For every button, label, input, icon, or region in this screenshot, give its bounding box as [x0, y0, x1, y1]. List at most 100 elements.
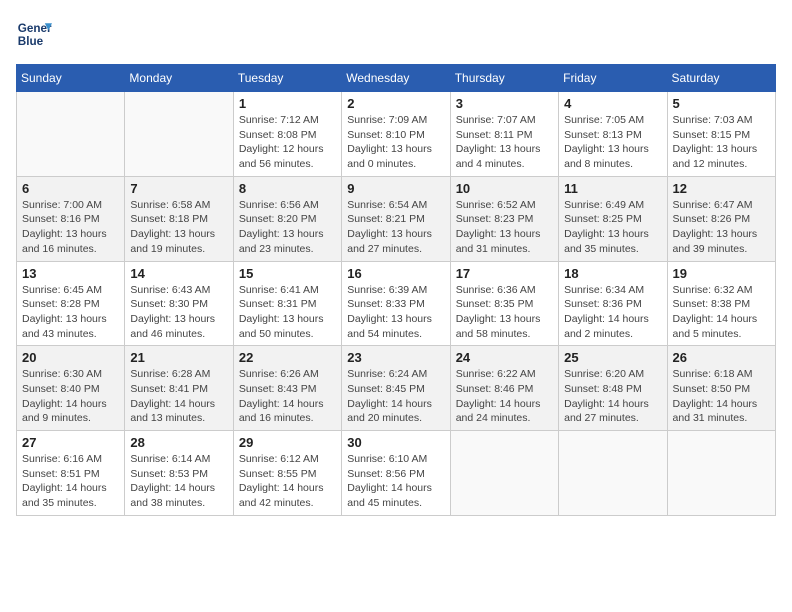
calendar-cell: 16 Sunrise: 6:39 AM Sunset: 8:33 PM Dayli… — [342, 261, 450, 346]
calendar-cell: 21 Sunrise: 6:28 AM Sunset: 8:41 PM Dayli… — [125, 346, 233, 431]
day-info: Sunrise: 6:58 AM Sunset: 8:18 PM Dayligh… — [130, 198, 227, 257]
day-number: 24 — [456, 350, 553, 365]
calendar-cell: 4 Sunrise: 7:05 AM Sunset: 8:13 PM Daylig… — [559, 92, 667, 177]
day-info: Sunrise: 7:07 AM Sunset: 8:11 PM Dayligh… — [456, 113, 553, 172]
calendar-cell: 24 Sunrise: 6:22 AM Sunset: 8:46 PM Dayli… — [450, 346, 558, 431]
day-info: Sunrise: 6:43 AM Sunset: 8:30 PM Dayligh… — [130, 283, 227, 342]
day-number: 4 — [564, 96, 661, 111]
calendar-cell: 10 Sunrise: 6:52 AM Sunset: 8:23 PM Dayli… — [450, 176, 558, 261]
calendar-cell: 19 Sunrise: 6:32 AM Sunset: 8:38 PM Dayli… — [667, 261, 775, 346]
calendar-cell — [125, 92, 233, 177]
weekday-header: Friday — [559, 65, 667, 92]
calendar-cell: 18 Sunrise: 6:34 AM Sunset: 8:36 PM Dayli… — [559, 261, 667, 346]
calendar-cell: 5 Sunrise: 7:03 AM Sunset: 8:15 PM Daylig… — [667, 92, 775, 177]
day-number: 20 — [22, 350, 119, 365]
weekday-header: Thursday — [450, 65, 558, 92]
calendar-cell — [667, 431, 775, 516]
day-number: 27 — [22, 435, 119, 450]
calendar-cell: 27 Sunrise: 6:16 AM Sunset: 8:51 PM Dayli… — [17, 431, 125, 516]
calendar-cell: 7 Sunrise: 6:58 AM Sunset: 8:18 PM Daylig… — [125, 176, 233, 261]
day-info: Sunrise: 6:45 AM Sunset: 8:28 PM Dayligh… — [22, 283, 119, 342]
day-info: Sunrise: 6:12 AM Sunset: 8:55 PM Dayligh… — [239, 452, 336, 511]
day-info: Sunrise: 6:41 AM Sunset: 8:31 PM Dayligh… — [239, 283, 336, 342]
day-info: Sunrise: 7:09 AM Sunset: 8:10 PM Dayligh… — [347, 113, 444, 172]
day-number: 11 — [564, 181, 661, 196]
day-info: Sunrise: 6:32 AM Sunset: 8:38 PM Dayligh… — [673, 283, 770, 342]
calendar-cell: 20 Sunrise: 6:30 AM Sunset: 8:40 PM Dayli… — [17, 346, 125, 431]
calendar-cell: 6 Sunrise: 7:00 AM Sunset: 8:16 PM Daylig… — [17, 176, 125, 261]
calendar-cell — [17, 92, 125, 177]
calendar-cell — [450, 431, 558, 516]
day-number: 13 — [22, 266, 119, 281]
day-number: 7 — [130, 181, 227, 196]
day-number: 16 — [347, 266, 444, 281]
day-info: Sunrise: 7:05 AM Sunset: 8:13 PM Dayligh… — [564, 113, 661, 172]
day-number: 19 — [673, 266, 770, 281]
day-info: Sunrise: 6:20 AM Sunset: 8:48 PM Dayligh… — [564, 367, 661, 426]
calendar-cell: 1Sunrise: 7:12 AM Sunset: 8:08 PM Daylig… — [233, 92, 341, 177]
calendar-cell: 28 Sunrise: 6:14 AM Sunset: 8:53 PM Dayli… — [125, 431, 233, 516]
day-info: Sunrise: 6:39 AM Sunset: 8:33 PM Dayligh… — [347, 283, 444, 342]
day-info: Sunrise: 7:03 AM Sunset: 8:15 PM Dayligh… — [673, 113, 770, 172]
calendar-cell: 2 Sunrise: 7:09 AM Sunset: 8:10 PM Daylig… — [342, 92, 450, 177]
day-info: Sunrise: 6:56 AM Sunset: 8:20 PM Dayligh… — [239, 198, 336, 257]
day-number: 21 — [130, 350, 227, 365]
logo: General Blue — [16, 16, 52, 52]
day-info: Sunrise: 6:54 AM Sunset: 8:21 PM Dayligh… — [347, 198, 444, 257]
weekday-header: Sunday — [17, 65, 125, 92]
page-header: General Blue — [16, 16, 776, 52]
day-number: 23 — [347, 350, 444, 365]
day-info: Sunrise: 7:00 AM Sunset: 8:16 PM Dayligh… — [22, 198, 119, 257]
day-number: 29 — [239, 435, 336, 450]
weekday-header: Tuesday — [233, 65, 341, 92]
weekday-header: Monday — [125, 65, 233, 92]
calendar-cell: 13 Sunrise: 6:45 AM Sunset: 8:28 PM Dayli… — [17, 261, 125, 346]
calendar-cell: 11 Sunrise: 6:49 AM Sunset: 8:25 PM Dayli… — [559, 176, 667, 261]
day-number: 14 — [130, 266, 227, 281]
day-number: 17 — [456, 266, 553, 281]
day-info: Sunrise: 6:22 AM Sunset: 8:46 PM Dayligh… — [456, 367, 553, 426]
day-number: 10 — [456, 181, 553, 196]
day-info: Sunrise: 6:10 AM Sunset: 8:56 PM Dayligh… — [347, 452, 444, 511]
calendar-cell: 12 Sunrise: 6:47 AM Sunset: 8:26 PM Dayli… — [667, 176, 775, 261]
calendar-cell: 8 Sunrise: 6:56 AM Sunset: 8:20 PM Daylig… — [233, 176, 341, 261]
calendar-cell: 26Sunrise: 6:18 AM Sunset: 8:50 PM Dayli… — [667, 346, 775, 431]
calendar-cell: 29 Sunrise: 6:12 AM Sunset: 8:55 PM Dayli… — [233, 431, 341, 516]
day-number: 28 — [130, 435, 227, 450]
day-number: 15 — [239, 266, 336, 281]
day-info: Sunrise: 6:47 AM Sunset: 8:26 PM Dayligh… — [673, 198, 770, 257]
day-number: 6 — [22, 181, 119, 196]
day-info: Sunrise: 6:36 AM Sunset: 8:35 PM Dayligh… — [456, 283, 553, 342]
day-info: Sunrise: 6:26 AM Sunset: 8:43 PM Dayligh… — [239, 367, 336, 426]
day-info: Sunrise: 6:30 AM Sunset: 8:40 PM Dayligh… — [22, 367, 119, 426]
day-number: 25 — [564, 350, 661, 365]
day-info: Sunrise: 6:52 AM Sunset: 8:23 PM Dayligh… — [456, 198, 553, 257]
calendar-cell: 17 Sunrise: 6:36 AM Sunset: 8:35 PM Dayli… — [450, 261, 558, 346]
day-number: 1 — [239, 96, 336, 111]
day-number: 9 — [347, 181, 444, 196]
day-info: Sunrise: 6:49 AM Sunset: 8:25 PM Dayligh… — [564, 198, 661, 257]
calendar-cell: 9 Sunrise: 6:54 AM Sunset: 8:21 PM Daylig… — [342, 176, 450, 261]
svg-text:Blue: Blue — [18, 35, 44, 48]
day-info: Sunrise: 6:16 AM Sunset: 8:51 PM Dayligh… — [22, 452, 119, 511]
day-info: Sunrise: 6:18 AM Sunset: 8:50 PM Dayligh… — [673, 367, 770, 426]
day-number: 18 — [564, 266, 661, 281]
day-number: 8 — [239, 181, 336, 196]
calendar-cell: 15 Sunrise: 6:41 AM Sunset: 8:31 PM Dayli… — [233, 261, 341, 346]
calendar-table: SundayMondayTuesdayWednesdayThursdayFrid… — [16, 64, 776, 516]
day-info: Sunrise: 6:34 AM Sunset: 8:36 PM Dayligh… — [564, 283, 661, 342]
calendar-cell: 3 Sunrise: 7:07 AM Sunset: 8:11 PM Daylig… — [450, 92, 558, 177]
day-number: 12 — [673, 181, 770, 196]
weekday-header: Saturday — [667, 65, 775, 92]
calendar-cell: 30 Sunrise: 6:10 AM Sunset: 8:56 PM Dayli… — [342, 431, 450, 516]
day-number: 3 — [456, 96, 553, 111]
day-info: Sunrise: 6:28 AM Sunset: 8:41 PM Dayligh… — [130, 367, 227, 426]
calendar-header: SundayMondayTuesdayWednesdayThursdayFrid… — [17, 65, 776, 92]
day-number: 30 — [347, 435, 444, 450]
calendar-cell: 14 Sunrise: 6:43 AM Sunset: 8:30 PM Dayli… — [125, 261, 233, 346]
day-info: Sunrise: 6:14 AM Sunset: 8:53 PM Dayligh… — [130, 452, 227, 511]
day-info: Sunrise: 6:24 AM Sunset: 8:45 PM Dayligh… — [347, 367, 444, 426]
day-number: 5 — [673, 96, 770, 111]
day-number: 2 — [347, 96, 444, 111]
weekday-header: Wednesday — [342, 65, 450, 92]
